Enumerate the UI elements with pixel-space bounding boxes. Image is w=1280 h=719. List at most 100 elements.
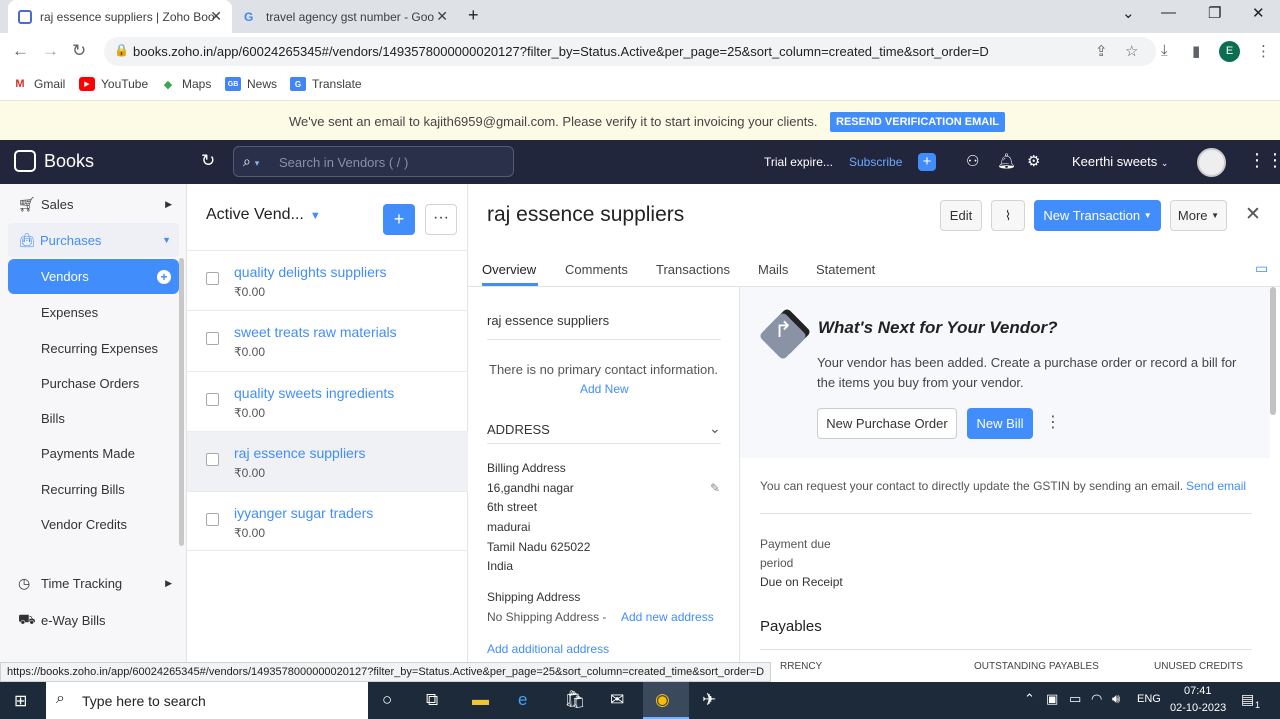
search-input[interactable]: ⌕ ▾ Search in Vendors ( / ): [233, 146, 514, 177]
bookmark-news[interactable]: GB News: [225, 77, 277, 91]
chevron-down-icon[interactable]: ⌄: [709, 420, 721, 437]
bookmark-star-icon[interactable]: ☆: [1125, 42, 1138, 60]
sidebar-item-eway-bills[interactable]: ⛟ e-Way Bills: [0, 602, 187, 638]
add-additional-address-link[interactable]: Add additional address: [487, 642, 609, 656]
settings-gear-icon[interactable]: ⚙: [1027, 152, 1040, 170]
bookmark-translate[interactable]: G Translate: [290, 77, 362, 91]
bookmark-gmail[interactable]: M Gmail: [12, 77, 65, 91]
app-grid-icon[interactable]: ⋮⋮: [1248, 150, 1280, 171]
new-tab-icon[interactable]: +: [468, 5, 479, 26]
sidebar-item-vendors[interactable]: Vendors +: [8, 259, 179, 294]
row-checkbox[interactable]: [206, 453, 219, 466]
list-item[interactable]: iyyanger sugar traders ₹0.00: [187, 491, 468, 551]
sidebar-item-sales[interactable]: 🛒︎ Sales ▶: [0, 186, 187, 222]
row-checkbox[interactable]: [206, 513, 219, 526]
users-icon[interactable]: ⚇: [966, 152, 979, 170]
window-close-icon[interactable]: ✕: [1252, 4, 1265, 22]
attach-button[interactable]: ⌇: [991, 200, 1025, 231]
send-email-link[interactable]: Send email: [1186, 479, 1246, 493]
sidebar-item-bills[interactable]: Bills: [0, 400, 187, 436]
notifications-bell-icon[interactable]: 🔔︎: [997, 152, 1016, 170]
tab-mails[interactable]: Mails: [758, 262, 788, 277]
bookmark-youtube[interactable]: ▶ YouTube: [79, 77, 148, 91]
sidebar-item-payments-made[interactable]: Payments Made: [0, 435, 187, 471]
new-transaction-button[interactable]: New Transaction ▼: [1034, 200, 1161, 231]
bookmark-maps[interactable]: ◆ Maps: [160, 77, 212, 91]
row-checkbox[interactable]: [206, 332, 219, 345]
profile-avatar[interactable]: E: [1219, 41, 1240, 62]
share-icon[interactable]: ⇪: [1095, 42, 1108, 60]
list-item[interactable]: sweet treats raw materials ₹0.00: [187, 310, 468, 370]
maximize-icon[interactable]: ❐: [1208, 4, 1221, 22]
close-tab-icon[interactable]: ✕: [210, 8, 222, 25]
recent-history-icon[interactable]: ↻: [201, 151, 215, 171]
subscribe-link[interactable]: Subscribe: [849, 155, 902, 169]
clock-time[interactable]: 07:41: [1184, 685, 1212, 697]
row-checkbox[interactable]: [206, 393, 219, 406]
vendor-name[interactable]: sweet treats raw materials: [234, 324, 397, 340]
task-view-icon[interactable]: ⧉: [426, 690, 438, 710]
edit-pencil-icon[interactable]: ✎: [710, 481, 720, 495]
address-bar[interactable]: 🔒 books.zoho.in/app/60024265345#/vendors…: [104, 37, 1156, 66]
sidebar-item-purchases[interactable]: 👜︎ Purchases ▼: [8, 223, 179, 257]
show-hidden-icons-chevron-icon[interactable]: ⌃: [1024, 691, 1035, 707]
reload-icon[interactable]: ↻: [72, 41, 86, 61]
more-button[interactable]: More ▼: [1170, 200, 1227, 231]
cortana-icon[interactable]: ○: [382, 690, 392, 710]
forward-icon[interactable]: →: [42, 41, 59, 61]
browser-tab-zoho[interactable]: raj essence suppliers | Zoho Boo ✕: [8, 0, 232, 33]
sidebar-item-recurring-bills[interactable]: Recurring Bills: [0, 471, 187, 507]
list-item[interactable]: quality delights suppliers ₹0.00: [187, 250, 468, 310]
add-vendor-button[interactable]: +: [383, 204, 415, 235]
tab-search-chevron-icon[interactable]: ⌄: [1122, 4, 1135, 22]
row-checkbox[interactable]: [206, 272, 219, 285]
vendor-name[interactable]: iyyanger sugar traders: [234, 505, 373, 521]
sidebar-item-time-tracking[interactable]: ◷ Time Tracking ▶: [0, 565, 187, 601]
vendor-name[interactable]: raj essence suppliers: [234, 445, 366, 461]
tab-overview[interactable]: Overview: [482, 262, 536, 277]
list-item[interactable]: quality sweets ingredients ₹0.00: [187, 371, 468, 431]
sidebar-item-purchase-orders[interactable]: Purchase Orders: [0, 365, 187, 401]
file-explorer-icon[interactable]: ▬: [472, 690, 489, 710]
language-indicator[interactable]: ENG: [1137, 693, 1161, 705]
close-icon[interactable]: ✕: [1245, 203, 1261, 226]
more-options-button[interactable]: ···: [425, 204, 457, 235]
new-bill-button[interactable]: New Bill: [967, 408, 1033, 439]
vendor-name[interactable]: quality delights suppliers: [234, 264, 387, 280]
add-contact-link[interactable]: Add New: [580, 382, 629, 396]
sidebar-scrollbar[interactable]: [179, 258, 184, 546]
minimize-icon[interactable]: —: [1161, 4, 1176, 21]
clock-date[interactable]: 02-10-2023: [1170, 702, 1226, 714]
side-panel-icon[interactable]: ▮: [1192, 42, 1200, 60]
quick-create-button[interactable]: +: [918, 153, 936, 171]
add-vendor-icon[interactable]: +: [157, 269, 171, 284]
battery-icon[interactable]: ▭: [1069, 691, 1081, 707]
vendor-name[interactable]: quality sweets ingredients: [234, 385, 394, 401]
org-switcher[interactable]: Keerthi sweets ⌄: [1072, 154, 1168, 169]
tab-comments[interactable]: Comments: [565, 262, 628, 277]
new-purchase-order-button[interactable]: New Purchase Order: [817, 408, 957, 439]
chat-icon[interactable]: ▭: [1255, 260, 1268, 277]
sidebar-item-vendor-credits[interactable]: Vendor Credits: [0, 506, 187, 542]
edge-icon[interactable]: e: [518, 690, 527, 710]
taskbar-search-input[interactable]: ⌕ Type here to search: [46, 682, 368, 719]
tab-transactions[interactable]: Transactions: [656, 262, 730, 277]
volume-icon[interactable]: 🔊︎: [1112, 691, 1120, 707]
windows-start-icon[interactable]: ⊞: [14, 691, 27, 711]
books-logo[interactable]: Books: [14, 150, 94, 172]
app-icon[interactable]: ✈: [702, 690, 716, 710]
add-new-address-link[interactable]: Add new address: [621, 610, 714, 624]
trial-expire-text[interactable]: Trial expire...: [764, 155, 833, 169]
back-icon[interactable]: ←: [12, 41, 29, 61]
sidebar-item-recurring-expenses[interactable]: Recurring Expenses: [0, 330, 187, 366]
store-icon[interactable]: 🛍︎: [564, 690, 586, 710]
tray-app-icon[interactable]: ▣: [1046, 691, 1058, 707]
tab-statement[interactable]: Statement: [816, 262, 875, 277]
user-avatar[interactable]: [1197, 148, 1226, 177]
detail-scrollbar[interactable]: [1270, 287, 1276, 415]
download-icon[interactable]: ⤓: [1161, 42, 1168, 59]
list-item-selected[interactable]: raj essence suppliers ₹0.00: [187, 431, 468, 491]
mail-icon[interactable]: ✉: [610, 690, 624, 710]
vendor-filter-dropdown[interactable]: Active Vend... ▼: [206, 206, 321, 224]
kebab-menu-icon[interactable]: ⋮: [1045, 412, 1061, 432]
